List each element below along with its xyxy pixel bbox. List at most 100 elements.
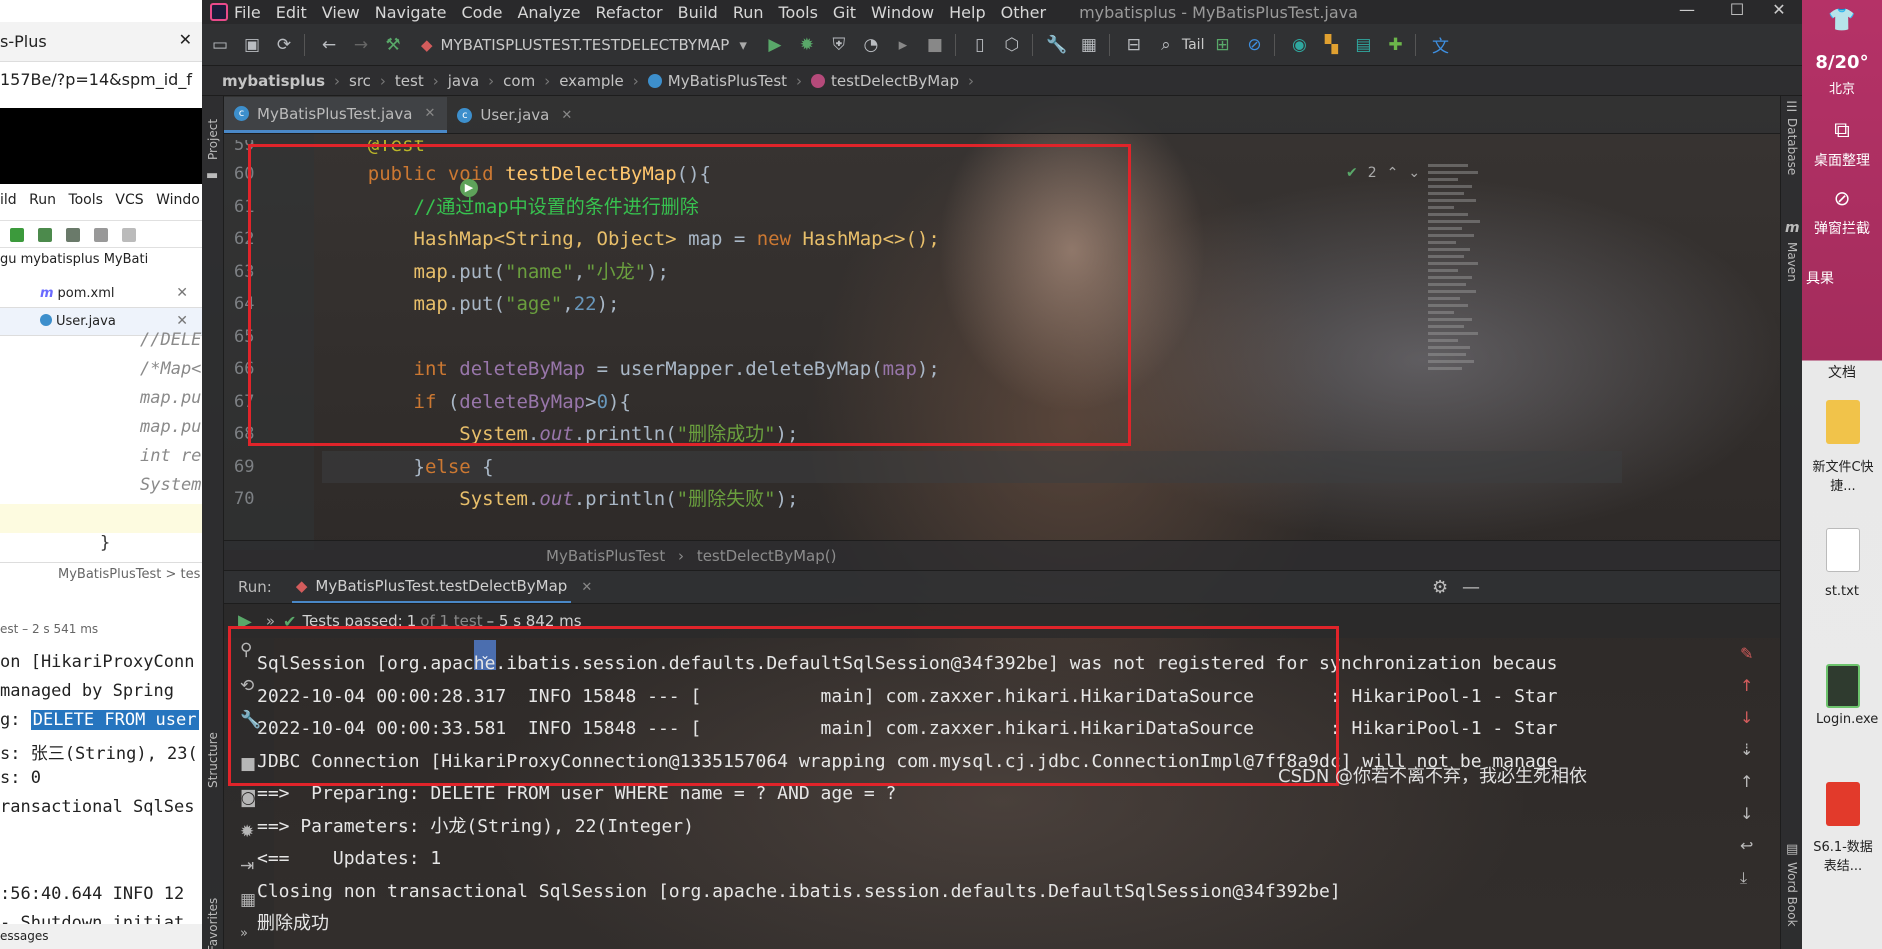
gear-icon[interactable]: ⚙ xyxy=(1432,577,1448,598)
project-structure-icon[interactable]: ▦ xyxy=(1075,31,1103,59)
menu-refactor[interactable]: Refactor xyxy=(596,3,663,22)
nav-item[interactable]: MyBatisPlusTest xyxy=(668,72,787,90)
nav-item[interactable]: test xyxy=(395,72,424,90)
plugins-puzzle-icon[interactable]: ✚ xyxy=(1381,31,1409,59)
tail-button[interactable]: Tail xyxy=(1182,37,1205,53)
close-icon[interactable]: ✕ xyxy=(581,580,592,595)
minimize-icon[interactable]: — xyxy=(1662,0,1712,24)
sync-icon[interactable]: ⟳ xyxy=(270,31,298,59)
close-icon[interactable]: ✕ xyxy=(424,106,435,121)
export-icon[interactable]: ⇥ xyxy=(240,856,254,876)
desktop-item[interactable]: 弹窗拦截 xyxy=(1802,218,1882,238)
menu-tools[interactable]: Tools xyxy=(779,3,818,22)
browser-tab[interactable]: s-Plus ✕ xyxy=(0,22,202,62)
tab-user-java[interactable]: c User.java ✕ xyxy=(447,97,584,133)
menu-item[interactable]: Windo xyxy=(156,192,200,208)
build-hammer-icon[interactable]: ⚒ xyxy=(379,31,407,59)
desktop-item[interactable]: 具果 xyxy=(1802,268,1882,288)
forward-arrow-icon[interactable]: → xyxy=(347,31,375,59)
nav-item[interactable]: mybatisplus xyxy=(222,72,325,90)
desktop-item[interactable]: S6.1-数据表结... xyxy=(1808,836,1878,874)
coverage-icon[interactable]: ⛨ xyxy=(825,31,853,59)
run-tab[interactable]: ◆ MyBatisPlusTest.testDelectByMap xyxy=(291,571,572,603)
scroll-end-icon[interactable]: ⤓ xyxy=(1740,868,1747,888)
menu-navigate[interactable]: Navigate xyxy=(375,3,447,22)
popup-block-icon[interactable]: ⊘ xyxy=(1802,186,1882,210)
word-book-tool-button[interactable]: Word Book xyxy=(1785,862,1799,927)
menu-analyze[interactable]: Analyze xyxy=(517,3,580,22)
coverage-icon[interactable] xyxy=(66,228,80,242)
address-bar-url[interactable]: 157Be/?p=14&spm_id_f xyxy=(0,70,192,89)
minimize-panel-icon[interactable]: — xyxy=(1462,577,1480,598)
plugin-green-icon[interactable]: ⊞ xyxy=(1208,31,1236,59)
profile-icon[interactable] xyxy=(94,228,108,242)
pdf-icon[interactable] xyxy=(1826,782,1860,826)
run-configuration-selector[interactable]: ◆ MYBATISPLUSTEST.TESTDELECTBYMAP ▾ xyxy=(421,36,747,54)
chevron-up-icon[interactable]: ⌃ xyxy=(1387,165,1399,181)
debug-icon[interactable] xyxy=(38,228,52,242)
nav-item[interactable]: src xyxy=(349,72,371,90)
plugin-teal-icon[interactable]: ◉ xyxy=(1285,31,1313,59)
translate-icon[interactable]: 文 xyxy=(1426,31,1454,59)
run-icon[interactable] xyxy=(10,228,24,242)
expand-icon[interactable]: » xyxy=(240,926,248,941)
desktop-item[interactable]: 新文件C快捷... xyxy=(1808,456,1878,494)
plugin-color-icon[interactable]: ▚ xyxy=(1317,31,1345,59)
layout-icon[interactable]: ▦ xyxy=(240,890,256,910)
close-icon[interactable]: ✕ xyxy=(176,313,188,329)
nav-item[interactable]: com xyxy=(503,72,535,90)
camera-icon[interactable]: ◙ xyxy=(240,788,257,808)
menu-file[interactable]: File xyxy=(234,3,261,22)
profile-icon[interactable]: ◔ xyxy=(857,31,885,59)
inspection-widget[interactable]: ✔ 2 ⌃ ⌄ xyxy=(1346,160,1420,186)
settings-wrench-icon[interactable]: 🔧 xyxy=(1043,31,1071,59)
folder-icon[interactable] xyxy=(1826,400,1860,444)
save-icon[interactable]: ▣ xyxy=(238,31,266,59)
device-icon[interactable]: ▯ xyxy=(966,31,994,59)
exe-icon[interactable] xyxy=(1826,664,1860,708)
sort-icon[interactable]: ⇣ xyxy=(1740,740,1753,759)
soft-wrap-icon[interactable]: ↩ xyxy=(1740,836,1753,855)
maven-tool-button[interactable]: Maven xyxy=(1785,242,1799,282)
file-tab-pom[interactable]: m pom.xml ✕ xyxy=(0,280,202,308)
desktop-item[interactable]: Login.exe xyxy=(1816,712,1878,727)
scroll-up-icon[interactable]: ↑ xyxy=(1740,772,1753,791)
tab-mybatisplustest-java[interactable]: c MyBatisPlusTest.java ✕ xyxy=(224,97,448,133)
menu-build[interactable]: Build xyxy=(678,3,718,22)
menu-item[interactable]: ild xyxy=(0,192,17,208)
structure-tool-button[interactable]: Structure xyxy=(206,732,220,788)
chevron-down-icon[interactable]: ⌄ xyxy=(1408,165,1420,181)
menu-item[interactable]: Tools xyxy=(68,192,103,208)
back-arrow-icon[interactable]: ← xyxy=(315,31,343,59)
menu-edit[interactable]: Edit xyxy=(276,3,307,22)
arrow-down-icon[interactable]: ↓ xyxy=(1740,708,1753,727)
desktop-item[interactable]: 文档 xyxy=(1802,362,1882,382)
menu-git[interactable]: Git xyxy=(833,3,856,22)
more-run-icon[interactable]: ▸ xyxy=(889,31,917,59)
text-file-icon[interactable] xyxy=(1826,528,1860,572)
plugin-chart-icon[interactable]: ▤ xyxy=(1349,31,1377,59)
close-icon[interactable]: ✕ xyxy=(176,285,188,301)
menu-run[interactable]: Run xyxy=(733,3,764,22)
desktop-item[interactable]: 桌面整理 xyxy=(1802,150,1882,170)
stop-icon[interactable]: ■ xyxy=(921,31,949,59)
search-icon[interactable]: ⌕ xyxy=(1152,31,1180,59)
clear-icon[interactable]: ✎ xyxy=(1740,644,1753,663)
code-minimap[interactable] xyxy=(1428,160,1484,460)
stop-icon[interactable] xyxy=(122,228,136,242)
terminal-icon[interactable]: ⊟ xyxy=(1120,31,1148,59)
close-icon[interactable]: ✕ xyxy=(179,30,192,49)
nav-item[interactable]: java xyxy=(448,72,479,90)
arrow-up-icon[interactable]: ↑ xyxy=(1740,676,1753,695)
crumb-item[interactable]: testDelectByMap() xyxy=(697,547,837,565)
debug-icon[interactable]: ✹ xyxy=(793,31,821,59)
debug-icon[interactable]: ✹ xyxy=(240,822,254,842)
close-icon[interactable]: ✕ xyxy=(1754,0,1802,24)
menu-item[interactable]: VCS xyxy=(115,192,143,208)
close-icon[interactable]: ✕ xyxy=(561,108,572,123)
open-folder-icon[interactable]: ▭ xyxy=(206,31,234,59)
favorites-tool-button[interactable]: Favorites xyxy=(206,898,220,949)
nav-item[interactable]: testDelectByMap xyxy=(831,72,959,90)
nav-item[interactable]: example xyxy=(559,72,624,90)
project-tool-button[interactable]: Project xyxy=(206,119,220,160)
